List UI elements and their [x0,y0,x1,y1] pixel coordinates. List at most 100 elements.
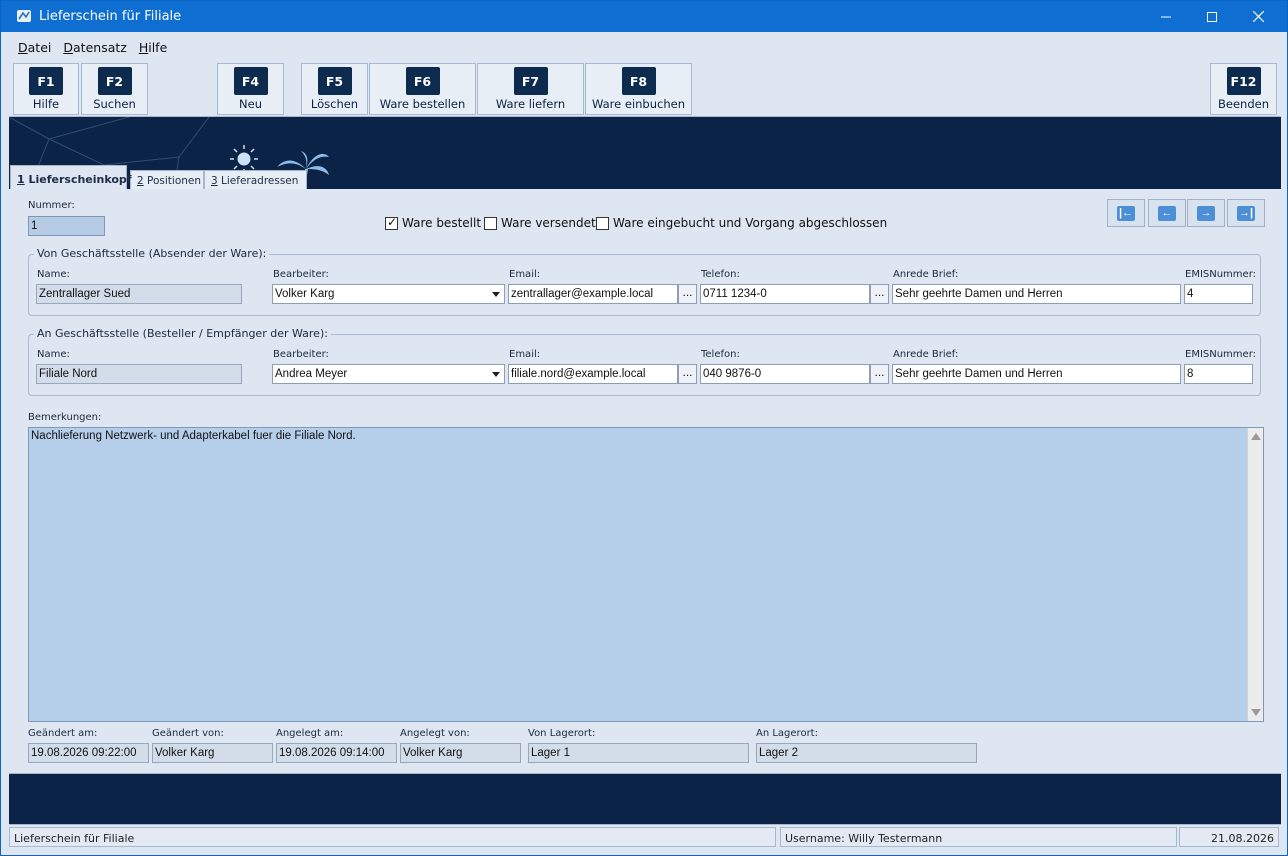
von-name-field[interactable]: Zentrallager Sued [36,284,242,304]
an-lagerort-field[interactable]: Lager 2 [756,743,977,763]
tab-positionen-label: Positionen [143,175,202,187]
nummer-field[interactable]: 1 [28,216,105,236]
f2-search-button[interactable]: F2 Suchen [81,63,148,115]
an-bearbeiter-value: Andrea Meyer [275,368,348,380]
tab-positionen[interactable]: 2 Positionen [130,170,204,189]
f6-order-goods-button[interactable]: F6 Ware bestellen [369,63,476,115]
ware-versendet-checkbox[interactable]: Ware versendet [484,216,596,230]
an-name-label: Name: [37,349,70,360]
tab-panel-lieferscheinkopf: Nummer: 1 Ware bestellt Ware versendet W… [9,189,1281,774]
f7-label: Ware liefern [495,97,566,111]
f2-label: Suchen [93,97,136,111]
von-lagerort-field[interactable]: Lager 1 [528,743,749,763]
geaendert-von-field[interactable]: Volker Karg [152,743,273,763]
angelegt-von-label: Angelegt von: [400,728,470,739]
f1-key-badge: F1 [29,67,63,95]
von-bearbeiter-select[interactable]: Volker Karg [272,284,505,304]
an-emis-field[interactable]: 8 [1184,364,1253,384]
f6-label: Ware bestellen [379,97,466,111]
an-name-field[interactable]: Filiale Nord [36,364,242,384]
an-telefon-lookup-button[interactable]: ... [870,364,889,384]
f8-label: Ware einbuchen [591,97,685,111]
status-bar: Lieferschein für Filiale Username: Willy… [9,824,1281,848]
tab-lieferscheinkopf[interactable]: 1 Lieferscheinkopf [10,165,132,189]
scroll-up-icon[interactable] [1251,433,1261,440]
f2-key-badge: F2 [97,67,132,95]
an-anrede-label: Anrede Brief: [893,349,959,360]
angelegt-am-label: Angelegt am: [276,728,344,739]
last-record-button[interactable]: →| [1227,199,1265,227]
von-name-label: Name: [37,269,70,280]
menu-datei[interactable]: Datei [9,35,54,55]
ware-bestellt-label: Ware bestellt [402,216,482,230]
ware-eingebucht-checkbox[interactable]: Ware eingebucht und Vorgang abgeschlosse… [596,216,887,230]
f8-book-goods-button[interactable]: F8 Ware einbuchen [585,63,692,115]
angelegt-von-field[interactable]: Volker Karg [400,743,521,763]
chevron-down-icon[interactable] [488,285,504,303]
previous-record-button[interactable]: ← [1148,199,1186,227]
f4-label: Neu [239,97,262,111]
bemerkungen-scrollbar[interactable] [1247,428,1263,721]
ware-eingebucht-label: Ware eingebucht und Vorgang abgeschlosse… [613,216,888,230]
footer-band [9,774,1281,824]
an-telefon-field[interactable]: 040 9876-0 [700,364,870,384]
f5-label: Löschen [310,97,359,111]
chevron-down-icon[interactable] [488,365,504,383]
close-button[interactable] [1235,1,1281,32]
an-email-lookup-button[interactable]: ... [678,364,697,384]
tab-lieferscheinkopf-number: 1 [17,173,25,186]
geaendert-von-label: Geändert von: [152,728,224,739]
status-username: Username: Willy Testermann [780,827,1177,847]
angelegt-am-field[interactable]: 19.08.2026 09:14:00 [276,743,397,763]
title-bar[interactable]: Lieferschein für Filiale [1,1,1287,32]
von-anrede-field[interactable]: Sehr geehrte Damen und Herren [892,284,1181,304]
an-bearbeiter-label: Bearbeiter: [273,349,329,360]
an-email-field[interactable]: filiale.nord@example.local [508,364,678,384]
von-emis-label: EMISNummer: [1185,269,1257,280]
close-icon [1252,11,1264,22]
f12-key-badge: F12 [1226,67,1261,95]
f12-label: Beenden [1218,97,1269,111]
von-email-field[interactable]: zentrallager@example.local [508,284,678,304]
scroll-down-icon[interactable] [1251,709,1261,716]
von-email-lookup-button[interactable]: ... [678,284,697,304]
checkbox-unchecked-icon [484,216,497,230]
von-group-legend: Von Geschäftsstelle (Absender der Ware): [34,247,270,260]
f4-new-button[interactable]: F4 Neu [217,63,284,115]
von-emis-field[interactable]: 4 [1184,284,1253,304]
f5-delete-button[interactable]: F5 Löschen [301,63,368,115]
maximize-button[interactable] [1189,1,1235,32]
f1-help-button[interactable]: F1 Hilfe [13,63,79,115]
first-record-button[interactable]: |← [1107,199,1145,227]
von-telefon-lookup-button[interactable]: ... [870,284,889,304]
bemerkungen-label: Bemerkungen: [28,412,102,423]
tab-lieferadressen[interactable]: 3 Lieferadressen [204,170,307,189]
ware-bestellt-checkbox[interactable]: Ware bestellt [385,215,482,230]
f8-key-badge: F8 [621,67,656,95]
von-telefon-field[interactable]: 0711 1234-0 [700,284,870,304]
an-lagerort-label: An Lagerort: [756,728,818,739]
f4-key-badge: F4 [233,67,268,95]
app-icon [17,10,31,22]
an-bearbeiter-select[interactable]: Andrea Meyer [272,364,505,384]
maximize-icon [1207,11,1217,22]
geaendert-am-label: Geändert am: [28,728,98,739]
minimize-button[interactable] [1143,1,1189,32]
f6-key-badge: F6 [405,67,440,95]
next-record-button[interactable]: → [1187,199,1225,227]
app-window: Lieferschein für Filiale Datei Datensatz H… [0,0,1288,856]
an-anrede-field[interactable]: Sehr geehrte Damen und Herren [892,364,1181,384]
tab-lieferadressen-number: 3 [211,175,218,187]
f7-deliver-goods-button[interactable]: F7 Ware liefern [477,63,584,115]
von-geschaeftsstelle-group: Von Geschäftsstelle (Absender der Ware):… [28,247,1261,316]
bemerkungen-textarea[interactable]: Nachlieferung Netzwerk- und Adapterkabel… [28,427,1264,722]
menu-hilfe[interactable]: Hilfe [130,35,170,55]
tab-lieferscheinkopf-label: Lieferscheinkopf [24,173,132,186]
geaendert-am-field[interactable]: 19.08.2026 09:22:00 [28,743,149,763]
f12-exit-button[interactable]: F12 Beenden [1210,63,1277,115]
tab-positionen-number: 2 [137,175,144,187]
an-telefon-label: Telefon: [701,349,740,360]
menu-datensatz[interactable]: Datensatz [54,35,129,55]
bemerkungen-text: Nachlieferung Netzwerk- und Adapterkabel… [31,430,356,442]
tab-lieferadressen-label: Lieferadressen [217,175,299,187]
